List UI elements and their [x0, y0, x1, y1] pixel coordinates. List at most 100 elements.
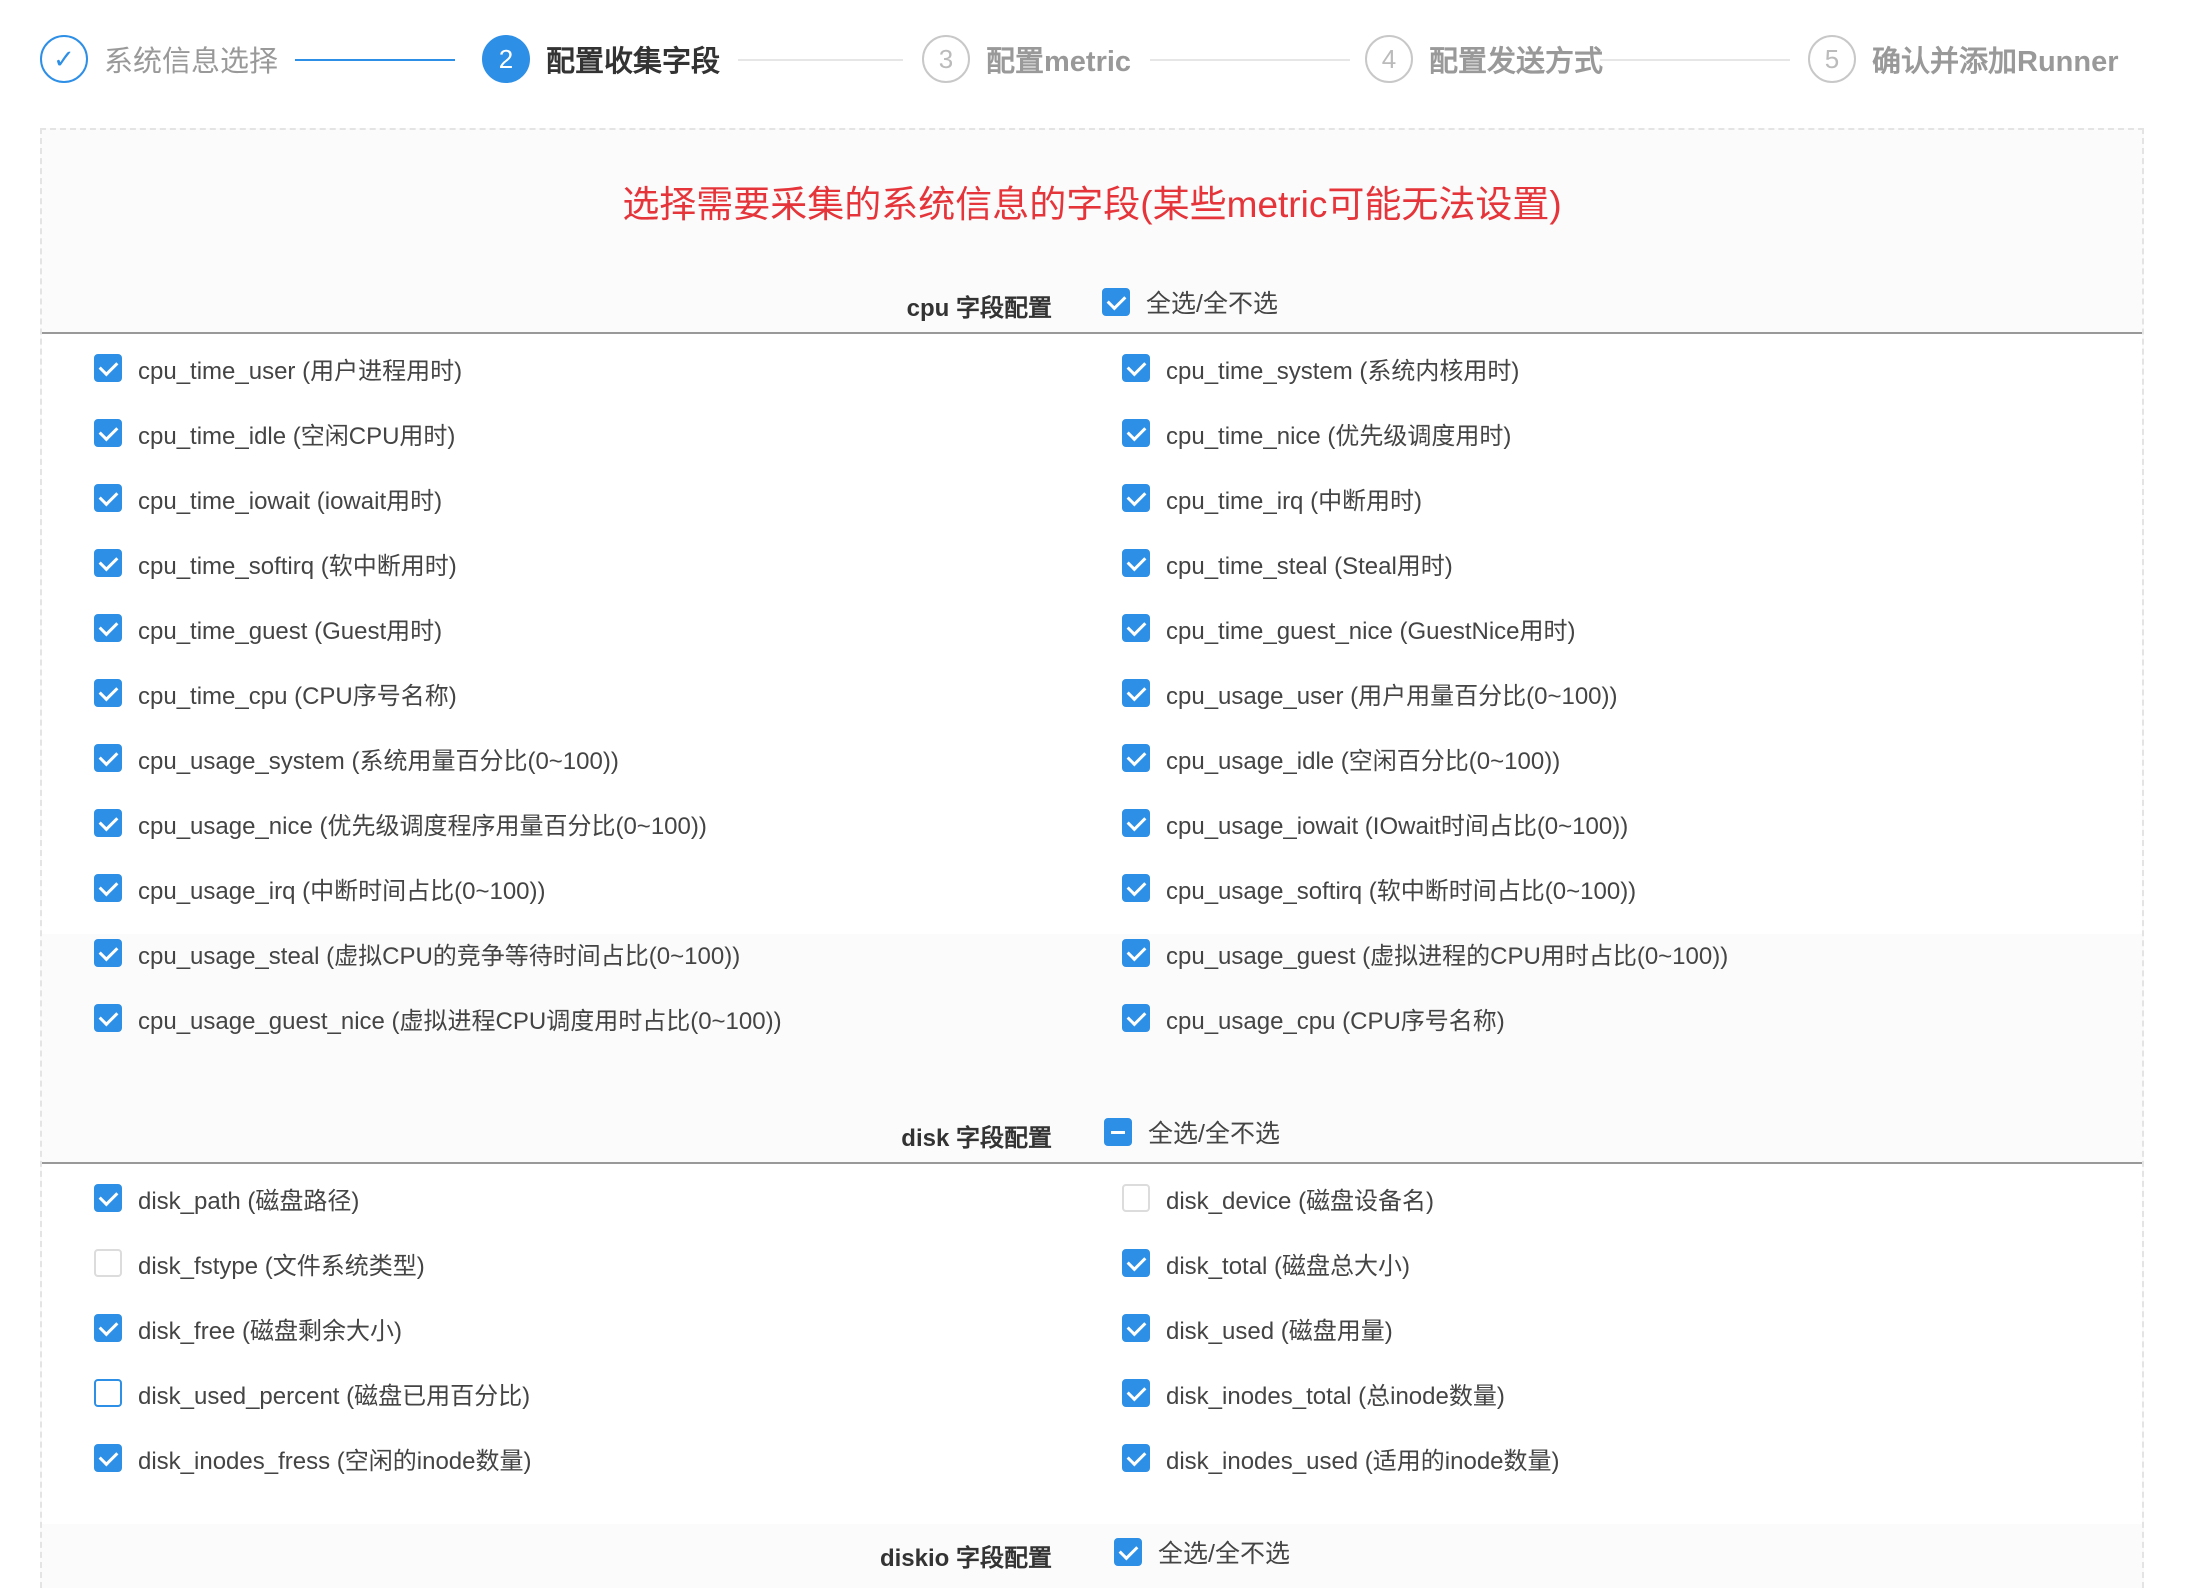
cpu-field-checkbox[interactable]: [94, 809, 122, 837]
step-connector-4: [1600, 59, 1790, 61]
disk-section-header: disk 字段配置 全选/全不选: [42, 1110, 2142, 1156]
cpu-field-checkbox[interactable]: [1122, 874, 1150, 902]
cpu-field-item[interactable]: cpu_time_idle (空闲CPU用时): [94, 416, 455, 450]
disk-field-item[interactable]: disk_inodes_used (适用的inode数量): [1122, 1441, 1560, 1475]
cpu-field-checkbox[interactable]: [94, 679, 122, 707]
cpu-field-item[interactable]: cpu_time_system (系统内核用时): [1122, 351, 1519, 385]
disk-field-item[interactable]: disk_inodes_total (总inode数量): [1122, 1376, 1505, 1410]
cpu-field-label: cpu_time_nice (优先级调度用时): [1166, 422, 1512, 450]
cpu-field-label: cpu_usage_idle (空闲百分比(0~100)): [1166, 747, 1561, 775]
disk-field-checkbox[interactable]: [1122, 1444, 1150, 1472]
cpu-field-list: cpu_time_user (用户进程用时) cpu_time_system (系…: [42, 334, 2142, 1035]
cpu-field-item[interactable]: cpu_time_guest (Guest用时): [94, 611, 442, 645]
disk-field-label: disk_total (磁盘总大小): [1166, 1252, 1411, 1280]
cpu-field-label: cpu_time_softirq (软中断用时): [138, 552, 457, 580]
disk-field-checkbox[interactable]: [1122, 1249, 1150, 1277]
disk-field-checkbox[interactable]: [94, 1379, 122, 1407]
cpu-field-label: cpu_time_idle (空闲CPU用时): [138, 422, 456, 450]
disk-field-item[interactable]: disk_fstype (文件系统类型): [94, 1246, 425, 1280]
disk-field-item[interactable]: disk_path (磁盘路径): [94, 1181, 359, 1215]
cpu-field-item[interactable]: cpu_time_cpu (CPU序号名称): [94, 676, 457, 710]
cpu-field-item[interactable]: cpu_time_iowait (iowait用时): [94, 481, 442, 515]
disk-field-item[interactable]: disk_total (磁盘总大小): [1122, 1246, 1410, 1280]
disk-field-item[interactable]: disk_inodes_fress (空闲的inode数量): [94, 1441, 531, 1475]
cpu-field-item[interactable]: cpu_time_guest_nice (GuestNice用时): [1122, 611, 1576, 645]
disk-field-item[interactable]: disk_device (磁盘设备名): [1122, 1181, 1434, 1215]
cpu-field-checkbox[interactable]: [94, 419, 122, 447]
cpu-field-checkbox[interactable]: [94, 484, 122, 512]
cpu-field-item[interactable]: cpu_usage_user (用户用量百分比(0~100)): [1122, 676, 1618, 710]
cpu-field-item[interactable]: cpu_usage_cpu (CPU序号名称): [1122, 1001, 1505, 1035]
cpu-field-checkbox[interactable]: [94, 354, 122, 382]
disk-field-checkbox[interactable]: [94, 1184, 122, 1212]
cpu-field-item[interactable]: cpu_usage_irq (中断时间占比(0~100)): [94, 871, 546, 905]
step-2[interactable]: 2 配置收集字段: [482, 32, 720, 86]
cpu-field-label: cpu_usage_guest_nice (虚拟进程CPU调度用时占比(0~10…: [138, 1007, 782, 1035]
cpu-field-checkbox[interactable]: [1122, 679, 1150, 707]
cpu-field-item[interactable]: cpu_time_nice (优先级调度用时): [1122, 416, 1511, 450]
cpu-field-checkbox[interactable]: [1122, 354, 1150, 382]
cpu-field-checkbox[interactable]: [1122, 809, 1150, 837]
cpu-field-item[interactable]: cpu_usage_system (系统用量百分比(0~100)): [94, 741, 619, 775]
cpu-field-item[interactable]: cpu_usage_idle (空闲百分比(0~100)): [1122, 741, 1560, 775]
step-5[interactable]: 5 确认并添加Runner: [1808, 32, 2119, 86]
disk-field-checkbox[interactable]: [94, 1444, 122, 1472]
steps-bar: ✓ 系统信息选择 2 配置收集字段 3 配置metric 4 配置发送方式 5 …: [40, 32, 2150, 86]
cpu-field-label: cpu_usage_irq (中断时间占比(0~100)): [138, 877, 546, 905]
cpu-field-checkbox[interactable]: [94, 1004, 122, 1032]
diskio-select-all[interactable]: 全选/全不选: [1114, 1534, 1290, 1570]
cpu-field-item[interactable]: cpu_time_steal (Steal用时): [1122, 546, 1453, 580]
disk-field-checkbox[interactable]: [94, 1314, 122, 1342]
cpu-field-item[interactable]: cpu_usage_guest (虚拟进程的CPU用时占比(0~100)): [1122, 936, 1728, 970]
step-connector-2: [738, 59, 903, 61]
cpu-field-label: cpu_usage_steal (虚拟CPU的竞争等待时间占比(0~100)): [138, 942, 741, 970]
cpu-field-checkbox[interactable]: [94, 744, 122, 772]
cpu-select-all-checkbox[interactable]: [1102, 288, 1130, 316]
diskio-select-all-label: 全选/全不选: [1158, 1540, 1290, 1568]
disk-field-item[interactable]: disk_used_percent (磁盘已用百分比): [94, 1376, 530, 1410]
cpu-field-checkbox[interactable]: [94, 614, 122, 642]
cpu-field-label: cpu_usage_user (用户用量百分比(0~100)): [1166, 682, 1618, 710]
disk-field-item[interactable]: disk_free (磁盘剩余大小): [94, 1311, 402, 1345]
step-3-number: 3: [922, 35, 970, 83]
disk-field-label: disk_used (磁盘用量): [1166, 1317, 1393, 1345]
disk-field-checkbox[interactable]: [1122, 1184, 1150, 1212]
cpu-field-item[interactable]: cpu_time_irq (中断用时): [1122, 481, 1422, 515]
cpu-field-checkbox[interactable]: [1122, 1004, 1150, 1032]
step-3[interactable]: 3 配置metric: [922, 32, 1131, 86]
disk-field-label: disk_free (磁盘剩余大小): [138, 1317, 403, 1345]
cpu-field-checkbox[interactable]: [1122, 614, 1150, 642]
disk-select-all-checkbox[interactable]: [1104, 1118, 1132, 1146]
diskio-select-all-checkbox[interactable]: [1114, 1538, 1142, 1566]
cpu-field-checkbox[interactable]: [1122, 744, 1150, 772]
step-4[interactable]: 4 配置发送方式: [1365, 32, 1603, 86]
cpu-select-all[interactable]: 全选/全不选: [1102, 284, 1278, 320]
cpu-field-checkbox[interactable]: [94, 549, 122, 577]
disk-select-all-label: 全选/全不选: [1148, 1120, 1280, 1148]
cpu-field-item[interactable]: cpu_time_softirq (软中断用时): [94, 546, 457, 580]
disk-select-all[interactable]: 全选/全不选: [1104, 1114, 1280, 1150]
cpu-field-checkbox[interactable]: [1122, 939, 1150, 967]
step-connector-1: [295, 59, 455, 61]
cpu-field-checkbox[interactable]: [94, 939, 122, 967]
cpu-field-label: cpu_usage_guest (虚拟进程的CPU用时占比(0~100)): [1166, 942, 1729, 970]
cpu-field-checkbox[interactable]: [94, 874, 122, 902]
cpu-field-item[interactable]: cpu_usage_guest_nice (虚拟进程CPU调度用时占比(0~10…: [94, 1001, 782, 1035]
step-1[interactable]: ✓ 系统信息选择: [40, 32, 278, 86]
diskio-section-title: diskio 字段配置: [879, 1545, 1052, 1572]
cpu-field-item[interactable]: cpu_usage_iowait (IOwait时间占比(0~100)): [1122, 806, 1628, 840]
cpu-field-item[interactable]: cpu_usage_softirq (软中断时间占比(0~100)): [1122, 871, 1636, 905]
disk-field-item[interactable]: disk_used (磁盘用量): [1122, 1311, 1393, 1345]
disk-field-checkbox[interactable]: [94, 1249, 122, 1277]
cpu-section-title: cpu 字段配置: [906, 295, 1052, 322]
cpu-field-label: cpu_usage_softirq (软中断时间占比(0~100)): [1166, 877, 1637, 905]
cpu-field-item[interactable]: cpu_time_user (用户进程用时): [94, 351, 462, 385]
cpu-field-checkbox[interactable]: [1122, 419, 1150, 447]
disk-field-checkbox[interactable]: [1122, 1314, 1150, 1342]
cpu-field-item[interactable]: cpu_usage_nice (优先级调度程序用量百分比(0~100)): [94, 806, 707, 840]
field-config-panel: 选择需要采集的系统信息的字段(某些metric可能无法设置) cpu 字段配置 …: [40, 128, 2144, 1588]
cpu-field-checkbox[interactable]: [1122, 484, 1150, 512]
cpu-field-checkbox[interactable]: [1122, 549, 1150, 577]
cpu-field-item[interactable]: cpu_usage_steal (虚拟CPU的竞争等待时间占比(0~100)): [94, 936, 740, 970]
disk-field-checkbox[interactable]: [1122, 1379, 1150, 1407]
